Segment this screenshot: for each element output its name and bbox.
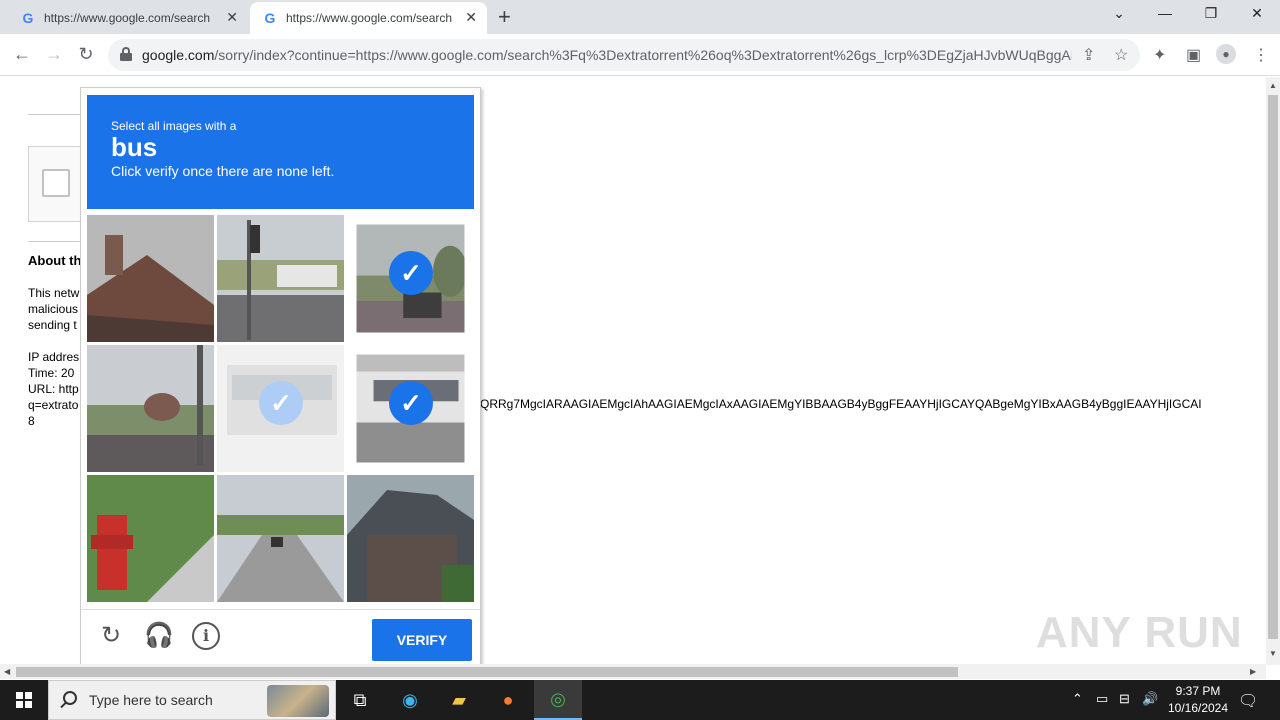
scroll-down-arrow-icon[interactable]: ▼: [1269, 649, 1277, 658]
address-bar[interactable]: google.com/sorry/index?continue=https://…: [108, 39, 1140, 71]
road-car-image: [217, 475, 344, 602]
selected-check-icon: ✓: [389, 251, 433, 295]
prompt-instruction: Click verify once there are none left.: [111, 163, 335, 179]
tab-strip: G https://www.google.com/search ✕ G http…: [0, 0, 1280, 34]
selected-check-icon: ✓: [389, 381, 433, 425]
windows-taskbar: Type here to search ⧉ ◉ ▰ ● ◎ ⌃ ▭ ⊟ 🔊 9:…: [0, 680, 1280, 720]
chrome-icon[interactable]: ◎: [534, 680, 582, 720]
side-panel-icon[interactable]: ▣: [1186, 45, 1201, 65]
network-icon[interactable]: ⊟: [1119, 691, 1130, 707]
recaptcha-widget: [28, 146, 88, 222]
new-tab-button[interactable]: +: [498, 4, 511, 30]
scroll-right-arrow-icon[interactable]: ▶: [1250, 667, 1256, 676]
file-explorer-icon[interactable]: ▰: [435, 680, 483, 720]
help-info-icon[interactable]: i: [192, 622, 220, 650]
captcha-tile[interactable]: [87, 475, 214, 602]
url-query-text: QRRg7MgcIARAAGIAEMgcIAhAAGIAEMgcIAxAAGIA…: [480, 397, 1202, 411]
captcha-tile[interactable]: [217, 475, 344, 602]
restore-button[interactable]: ❐: [1188, 5, 1234, 22]
minimize-button[interactable]: —: [1142, 5, 1188, 21]
selected-check-icon: ✓: [259, 381, 303, 425]
tab-search-icon[interactable]: ⌄: [1096, 5, 1142, 22]
search-highlight-image: [267, 685, 329, 717]
back-arrow-icon[interactable]: ←: [10, 44, 34, 65]
tab-title: https://www.google.com/search: [286, 11, 453, 25]
scroll-left-arrow-icon[interactable]: ◀: [4, 667, 10, 676]
captcha-tile[interactable]: ✓: [347, 215, 474, 342]
tab-close-icon[interactable]: ✕: [465, 9, 477, 26]
clock-time: 9:37 PM: [1175, 684, 1221, 698]
reload-challenge-icon[interactable]: ↻: [97, 622, 125, 650]
vertical-scroll-thumb[interactable]: [1268, 95, 1278, 639]
divider: [28, 241, 80, 242]
tab-title: https://www.google.com/search: [44, 11, 211, 25]
divider: [28, 114, 80, 115]
browser-tab-1[interactable]: G https://www.google.com/search ✕: [8, 2, 248, 34]
edge-browser-icon[interactable]: ◉: [386, 680, 434, 720]
captcha-tile[interactable]: [87, 215, 214, 342]
scroll-up-arrow-icon[interactable]: ▲: [1269, 81, 1277, 90]
prompt-subtitle: Select all images with a: [111, 119, 237, 133]
tray-device-icon[interactable]: ▭: [1096, 691, 1108, 707]
url-text[interactable]: google.com/sorry/index?continue=https://…: [142, 47, 1072, 63]
prompt-target-word: bus: [111, 132, 158, 162]
start-button[interactable]: [0, 680, 48, 720]
captcha-tile[interactable]: ✓: [217, 345, 344, 472]
firefox-icon[interactable]: ●: [484, 680, 532, 720]
anyrun-watermark: ANY RUN: [1036, 608, 1243, 657]
task-view-icon[interactable]: ⧉: [336, 680, 384, 720]
share-icon[interactable]: ⇪: [1082, 45, 1095, 65]
google-favicon-icon: G: [22, 10, 34, 26]
house-image: [347, 475, 474, 602]
bookmark-star-icon[interactable]: ☆: [1114, 45, 1128, 65]
recaptcha-checkbox[interactable]: [42, 169, 70, 197]
profile-avatar-icon[interactable]: ●: [1216, 44, 1236, 64]
browser-tab-2-active[interactable]: G https://www.google.com/search ✕: [250, 2, 487, 34]
forward-arrow-icon[interactable]: →: [42, 44, 66, 65]
browser-toolbar: ← → ↻ google.com/sorry/index?continue=ht…: [0, 34, 1280, 76]
traffic-light-street-image: [217, 215, 344, 342]
info-paragraph: This netw malicious sending t: [28, 286, 80, 332]
verify-button[interactable]: VERIFY: [372, 619, 472, 661]
captcha-tile[interactable]: [87, 345, 214, 472]
horizontal-scrollbar[interactable]: ◀ ▶: [0, 664, 1266, 679]
captcha-challenge-popup: Select all images with a bus Click verif…: [80, 87, 481, 665]
google-favicon-icon: G: [264, 10, 276, 26]
audio-challenge-headphones-icon[interactable]: 🎧: [144, 622, 174, 650]
extensions-puzzle-icon[interactable]: ✦: [1153, 45, 1166, 65]
tab-close-icon[interactable]: ✕: [226, 9, 238, 26]
close-window-button[interactable]: ✕: [1234, 5, 1280, 22]
captcha-tile[interactable]: ✓: [347, 345, 474, 472]
reload-icon[interactable]: ↻: [74, 44, 98, 65]
captcha-footer: ↻ 🎧 i VERIFY: [81, 609, 480, 665]
fire-hydrant-image: [87, 475, 214, 602]
menu-kebab-icon[interactable]: ⋮: [1253, 45, 1269, 65]
notifications-icon[interactable]: 🗨: [1238, 691, 1258, 711]
roof-image: [87, 215, 214, 342]
search-placeholder: Type here to search: [89, 692, 213, 708]
windows-logo-icon: [16, 692, 32, 708]
captcha-tile[interactable]: [217, 215, 344, 342]
search-icon: [63, 691, 77, 705]
captcha-prompt: Select all images with a bus Click verif…: [87, 95, 474, 209]
captcha-image-grid: ✓ ✓ ✓: [87, 215, 474, 602]
vertical-scrollbar[interactable]: ▲ ▼: [1266, 77, 1280, 665]
request-details: IP addres Time: 20 URL: http q=extrato 8: [28, 350, 80, 428]
taskbar-clock[interactable]: 9:37 PM 10/16/2024: [1160, 683, 1236, 717]
about-heading: About th: [28, 253, 82, 268]
street-trees-image: [87, 345, 214, 472]
volume-icon[interactable]: 🔊: [1142, 691, 1158, 707]
horizontal-scroll-thumb[interactable]: [16, 667, 958, 677]
tray-overflow-chevron-icon[interactable]: ⌃: [1072, 691, 1083, 707]
lock-icon[interactable]: [120, 47, 132, 61]
captcha-tile[interactable]: [347, 475, 474, 602]
clock-date: 10/16/2024: [1167, 701, 1229, 715]
taskbar-search-box[interactable]: Type here to search: [48, 680, 336, 720]
